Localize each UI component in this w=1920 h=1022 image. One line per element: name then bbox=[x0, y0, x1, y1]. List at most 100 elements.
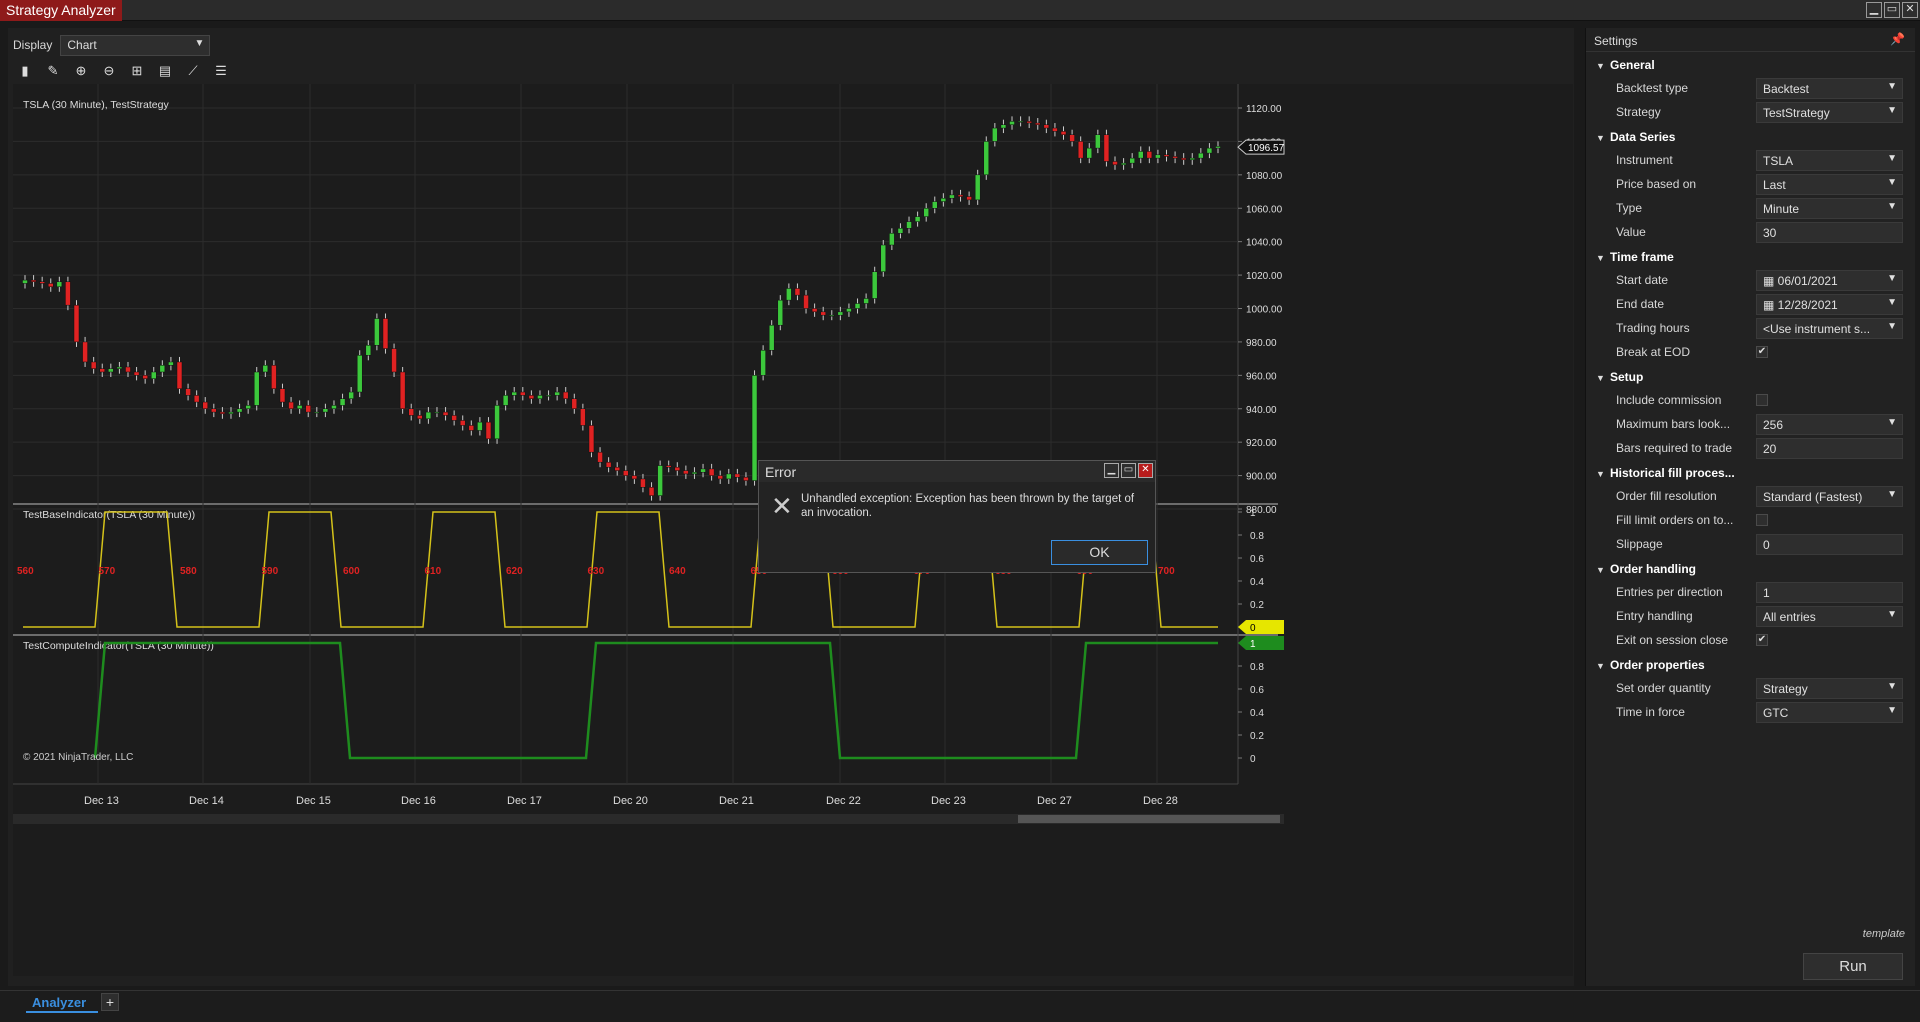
collapse-icon[interactable]: ▼ bbox=[1596, 373, 1610, 383]
candle-body bbox=[1026, 121, 1032, 124]
setting-row: Backtest type Backtest ▼ bbox=[1586, 76, 1915, 100]
setting-value: Backtest bbox=[1763, 82, 1810, 96]
setting-row: End date ▦ 12/28/2021 ▼ bbox=[1586, 292, 1915, 316]
candle-body bbox=[545, 395, 552, 397]
zoom-out-icon[interactable]: ⊖ bbox=[100, 62, 118, 80]
tab-analyzer[interactable]: Analyzer bbox=[26, 991, 98, 1013]
setting-dropdown[interactable]: TSLA ▼ bbox=[1756, 150, 1903, 171]
candle-body bbox=[700, 468, 706, 473]
setting-input[interactable]: 20 bbox=[1756, 438, 1903, 459]
category-header[interactable]: ▼ Order properties bbox=[1586, 652, 1915, 676]
template-link[interactable]: template bbox=[1863, 928, 1905, 940]
collapse-icon[interactable]: ▼ bbox=[1596, 661, 1610, 671]
candle-body bbox=[657, 465, 663, 496]
candle-body bbox=[459, 420, 466, 426]
close-button[interactable]: ✕ bbox=[1902, 2, 1918, 18]
candle-body bbox=[1060, 131, 1067, 135]
category-name: Setup bbox=[1610, 370, 1644, 384]
pin-icon[interactable]: 📌 bbox=[1890, 32, 1905, 46]
setting-dropdown[interactable]: Strategy ▼ bbox=[1756, 678, 1903, 699]
setting-row: Time in force GTC ▼ bbox=[1586, 700, 1915, 724]
crosshair-icon[interactable]: ⊞ bbox=[128, 62, 146, 80]
setting-date-picker[interactable]: ▦ 06/01/2021 ▼ bbox=[1756, 270, 1903, 291]
bars-icon[interactable]: ▮ bbox=[16, 62, 34, 80]
maximize-button[interactable]: ▭ bbox=[1884, 2, 1900, 18]
chevron-down-icon: ▼ bbox=[1887, 297, 1897, 308]
panel2-title: TestBaseIndicator(TSLA (30 Minute)) bbox=[23, 509, 195, 521]
dialog-maximize-button[interactable]: ▭ bbox=[1121, 463, 1136, 478]
setting-dropdown[interactable]: Minute ▼ bbox=[1756, 198, 1903, 219]
run-button[interactable]: Run bbox=[1803, 953, 1903, 980]
minimize-button[interactable]: ▁ bbox=[1866, 2, 1882, 18]
error-dialog: Error ▁ ▭ ✕ ✕ Unhandled exception: Excep… bbox=[758, 460, 1156, 573]
display-select[interactable]: Chart ▼ bbox=[60, 34, 211, 56]
dialog-title-bar: Error ▁ ▭ ✕ bbox=[759, 461, 1155, 482]
panel3-value-label: 1 bbox=[1250, 639, 1256, 650]
category-header[interactable]: ▼ Setup bbox=[1586, 364, 1915, 388]
calendar-icon: ▦ bbox=[1763, 298, 1778, 312]
category-header[interactable]: ▼ General bbox=[1586, 52, 1915, 76]
strategies-icon[interactable]: ⟋ bbox=[184, 62, 202, 80]
setting-label: Order fill resolution bbox=[1616, 489, 1717, 503]
data-box-icon[interactable]: ☰ bbox=[212, 62, 230, 80]
candle-body bbox=[468, 425, 475, 431]
candle-body bbox=[1206, 147, 1213, 154]
setting-dropdown[interactable]: Backtest ▼ bbox=[1756, 78, 1903, 99]
candle-body bbox=[974, 174, 981, 201]
setting-dropdown[interactable]: <Use instrument s... ▼ bbox=[1756, 318, 1903, 339]
candle-body bbox=[356, 355, 363, 393]
setting-checkbox[interactable] bbox=[1756, 394, 1768, 406]
setting-input[interactable]: 1 bbox=[1756, 582, 1903, 603]
candle-body bbox=[734, 473, 741, 478]
dialog-minimize-button[interactable]: ▁ bbox=[1104, 463, 1119, 478]
collapse-icon[interactable]: ▼ bbox=[1596, 253, 1610, 263]
category-header[interactable]: ▼ Data Series bbox=[1586, 124, 1915, 148]
date-label: Dec 28 bbox=[1143, 795, 1178, 807]
zoom-in-icon[interactable]: ⊕ bbox=[72, 62, 90, 80]
candle-body bbox=[382, 318, 389, 349]
setting-value: 20 bbox=[1763, 442, 1777, 456]
category-header[interactable]: ▼ Historical fill proces... bbox=[1586, 460, 1915, 484]
setting-dropdown[interactable]: Last ▼ bbox=[1756, 174, 1903, 195]
date-label: Dec 17 bbox=[507, 795, 542, 807]
setting-date-picker[interactable]: ▦ 12/28/2021 ▼ bbox=[1756, 294, 1903, 315]
setting-dropdown[interactable]: GTC ▼ bbox=[1756, 702, 1903, 723]
panel2-tick-label: 0.4 bbox=[1250, 577, 1264, 588]
setting-checkbox[interactable]: ✔ bbox=[1756, 346, 1768, 358]
setting-row: Start date ▦ 06/01/2021 ▼ bbox=[1586, 268, 1915, 292]
settings-grid: ▼ General Backtest type Backtest ▼ Strategy Te… bbox=[1586, 52, 1915, 724]
add-tab-button[interactable]: + bbox=[101, 993, 119, 1011]
scrollbar-thumb[interactable] bbox=[1018, 815, 1280, 823]
ok-button[interactable]: OK bbox=[1051, 540, 1148, 565]
price-tick-label: 1060.00 bbox=[1246, 204, 1283, 215]
tab-bar: Analyzer + bbox=[0, 990, 1920, 1022]
setting-dropdown[interactable]: All entries ▼ bbox=[1756, 606, 1903, 627]
properties-icon[interactable]: ▤ bbox=[156, 62, 174, 80]
setting-dropdown[interactable]: TestStrategy ▼ bbox=[1756, 102, 1903, 123]
setting-value: Strategy bbox=[1763, 682, 1808, 696]
collapse-icon[interactable]: ▼ bbox=[1596, 61, 1610, 71]
candle-body bbox=[1172, 156, 1178, 159]
setting-dropdown[interactable]: Standard (Fastest) ▼ bbox=[1756, 486, 1903, 507]
setting-row: Type Minute ▼ bbox=[1586, 196, 1915, 220]
dialog-close-button[interactable]: ✕ bbox=[1138, 463, 1153, 478]
category-header[interactable]: ▼ Order handling bbox=[1586, 556, 1915, 580]
pencil-icon[interactable]: ✎ bbox=[44, 62, 62, 80]
candle-body bbox=[906, 221, 912, 229]
setting-input[interactable]: 0 bbox=[1756, 534, 1903, 555]
candle-body bbox=[1009, 121, 1015, 125]
date-label: Dec 22 bbox=[826, 795, 861, 807]
setting-input[interactable]: 30 bbox=[1756, 222, 1903, 243]
candle-body bbox=[1077, 141, 1084, 159]
collapse-icon[interactable]: ▼ bbox=[1596, 133, 1610, 143]
setting-checkbox[interactable]: ✔ bbox=[1756, 634, 1768, 646]
setting-dropdown[interactable]: 256 ▼ bbox=[1756, 414, 1903, 435]
price-tick-label: 900.00 bbox=[1246, 472, 1277, 483]
category-header[interactable]: ▼ Time frame bbox=[1586, 244, 1915, 268]
collapse-icon[interactable]: ▼ bbox=[1596, 469, 1610, 479]
collapse-icon[interactable]: ▼ bbox=[1596, 565, 1610, 575]
date-label: Dec 21 bbox=[719, 795, 754, 807]
setting-checkbox[interactable] bbox=[1756, 514, 1768, 526]
chevron-down-icon: ▼ bbox=[1887, 489, 1897, 500]
candle-body bbox=[1163, 154, 1170, 157]
